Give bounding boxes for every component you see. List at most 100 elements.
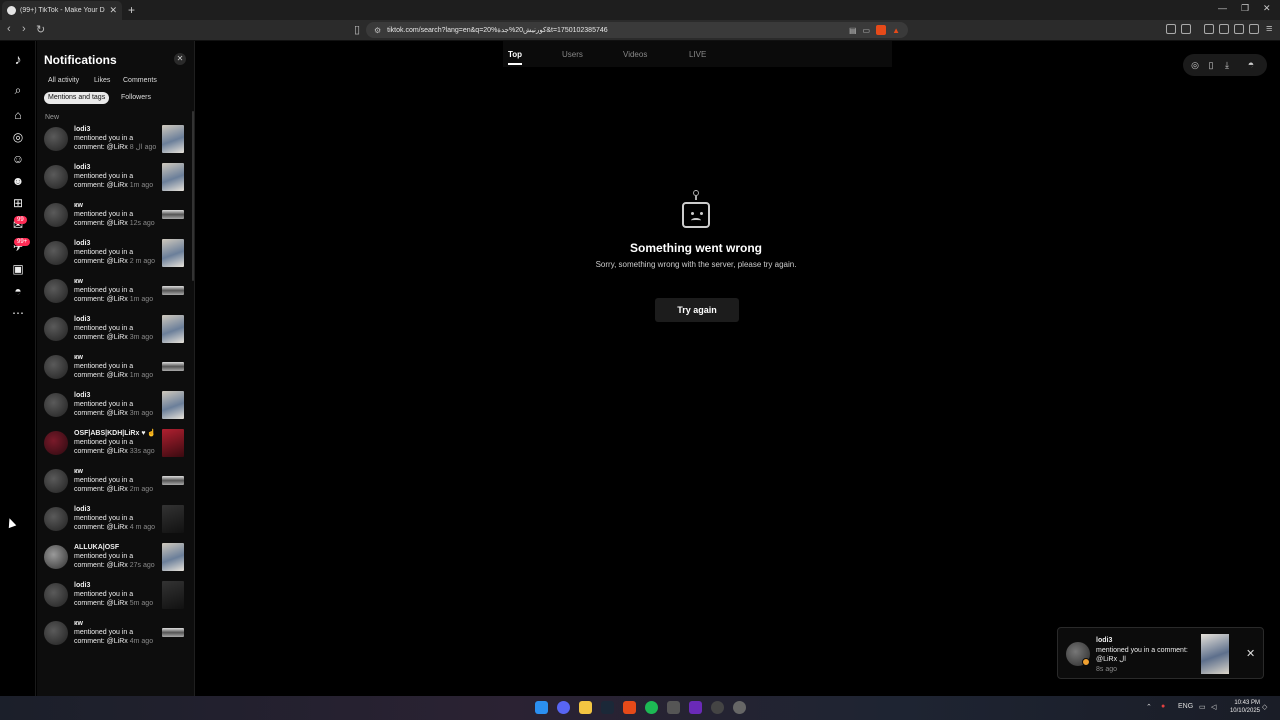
explore-icon[interactable]: ◎: [10, 129, 26, 145]
notification-username[interactable]: ALLUKA|OSF: [74, 543, 160, 552]
notification-username[interactable]: lodi3: [74, 239, 160, 248]
discord-icon[interactable]: [557, 701, 570, 714]
video-thumbnail[interactable]: [162, 429, 184, 457]
chrome-icon[interactable]: [733, 701, 746, 714]
avatar[interactable]: [44, 431, 68, 455]
video-thumbnail[interactable]: [162, 286, 184, 295]
filter-all-activity[interactable]: All activity: [44, 75, 83, 87]
video-thumbnail[interactable]: [162, 581, 184, 609]
back-icon[interactable]: ‹: [7, 23, 11, 35]
volume-icon[interactable]: ◁: [1211, 703, 1216, 711]
bookmark-icon[interactable]: ▯: [354, 23, 360, 36]
avatar[interactable]: [44, 355, 68, 379]
extensions-icon[interactable]: [1166, 24, 1176, 34]
notification-item[interactable]: OSF|ABS|KDH|LiRx ♥ ☝ mentioned you in a c…: [44, 429, 190, 463]
try-again-button[interactable]: Try again: [655, 298, 739, 322]
avatar[interactable]: [44, 279, 68, 303]
close-tab-icon[interactable]: ✕: [109, 5, 117, 16]
avatar[interactable]: [44, 545, 68, 569]
avatar[interactable]: [44, 469, 68, 493]
brave-icon[interactable]: [623, 701, 636, 714]
video-thumbnail[interactable]: [162, 391, 184, 419]
notification-item[interactable]: lodi3 mentioned you in a comment: @LiRx 3…: [44, 315, 190, 349]
video-thumbnail[interactable]: [162, 239, 184, 267]
avatar[interactable]: [44, 203, 68, 227]
steam-icon[interactable]: [601, 701, 614, 714]
wallet-icon[interactable]: [1181, 24, 1191, 34]
notification-username[interactable]: lodi3: [74, 391, 160, 400]
notification-username[interactable]: lodi3: [74, 505, 160, 514]
reload-icon[interactable]: ↻: [36, 23, 45, 36]
tab-users[interactable]: Users: [562, 50, 583, 59]
avatar[interactable]: [44, 127, 68, 151]
avatar[interactable]: [44, 317, 68, 341]
video-thumbnail[interactable]: [162, 315, 184, 343]
notification-item[interactable]: кw mentioned you in a comment: @LiRx 4m a…: [44, 619, 190, 653]
obs-icon[interactable]: [711, 701, 724, 714]
maximize-icon[interactable]: ❐: [1241, 3, 1249, 14]
notification-item[interactable]: кw mentioned you in a comment: @LiRx 1m a…: [44, 277, 190, 311]
upload-icon[interactable]: ⊞: [10, 195, 26, 211]
video-thumbnail[interactable]: [162, 362, 184, 371]
xbox-icon[interactable]: [667, 701, 680, 714]
brave-shield-icon[interactable]: [876, 25, 887, 35]
notification-item[interactable]: кw mentioned you in a comment: @LiRx 1m a…: [44, 353, 190, 387]
network-icon[interactable]: ▭: [1199, 703, 1206, 711]
filter-comments[interactable]: Comments: [119, 75, 161, 87]
compass-icon[interactable]: ◎: [1188, 58, 1202, 72]
browser-tab[interactable]: (99+) TikTok - Make Your Day ✕: [2, 1, 122, 20]
forward-icon[interactable]: ›: [22, 23, 26, 35]
search-icon[interactable]: ⌕: [10, 82, 26, 98]
avatar[interactable]: [44, 583, 68, 607]
notification-item[interactable]: lodi3 mentioned you in a comment: @LiRx 3…: [44, 391, 190, 425]
avatar-icon[interactable]: ◓: [1244, 58, 1258, 72]
rewards-icon[interactable]: ▲: [892, 26, 900, 35]
spotify-icon[interactable]: [645, 701, 658, 714]
notification-item[interactable]: lodi3 mentioned you in a comment: @LiRx 4…: [44, 505, 190, 539]
reader-icon[interactable]: ▤: [849, 26, 857, 35]
video-thumbnail[interactable]: [162, 505, 184, 533]
tray-chevron-icon[interactable]: ⌃: [1146, 703, 1152, 711]
notification-item[interactable]: lodi3 mentioned you in a comment: @LiRx 5…: [44, 581, 190, 615]
notification-username[interactable]: OSF|ABS|KDH|LiRx ♥ ☝: [74, 429, 160, 438]
notification-item[interactable]: lodi3 mentioned you in a comment: @LiRx 2…: [44, 239, 190, 273]
notification-username[interactable]: кw: [74, 353, 160, 362]
notification-username[interactable]: кw: [74, 619, 160, 628]
site-info-icon[interactable]: ⚙: [374, 26, 381, 35]
notification-username[interactable]: кw: [74, 201, 160, 210]
tiktok-logo-icon[interactable]: ♪: [10, 51, 26, 67]
tab-search-icon[interactable]: [1219, 24, 1229, 34]
video-thumbnail[interactable]: [162, 163, 184, 191]
download-icon[interactable]: ⤓: [1220, 58, 1234, 72]
notification-item[interactable]: кw mentioned you in a comment: @LiRx 12s …: [44, 201, 190, 235]
mic-icon[interactable]: ●: [1161, 703, 1165, 710]
avatar[interactable]: [44, 393, 68, 417]
filter-mentions-and-tags[interactable]: Mentions and tags: [44, 92, 110, 104]
minimize-icon[interactable]: —: [1218, 3, 1227, 13]
video-thumbnail[interactable]: [162, 543, 184, 571]
address-bar[interactable]: ⚙ tiktok.com/search?lang=en&q=20%کورنیش2…: [366, 22, 908, 38]
notification-item[interactable]: lodi3 mentioned you in a comment: @LiRx 1…: [44, 163, 190, 197]
file-explorer-icon[interactable]: [579, 701, 592, 714]
toast-thumbnail[interactable]: [1201, 634, 1229, 674]
notification-username[interactable]: lodi3: [74, 125, 160, 134]
device-icon[interactable]: ▯: [1204, 58, 1218, 72]
language-indicator[interactable]: ENG: [1178, 703, 1193, 710]
video-thumbnail[interactable]: [162, 125, 184, 153]
notification-toast[interactable]: lodi3 mentioned you in a comment: @LiRx …: [1057, 627, 1264, 679]
app-icon[interactable]: [689, 701, 702, 714]
filter-followers[interactable]: Followers: [117, 92, 155, 104]
tab-videos[interactable]: Videos: [623, 50, 647, 59]
video-thumbnail[interactable]: [162, 628, 184, 637]
avatar[interactable]: [44, 241, 68, 265]
profile-icon[interactable]: ◓: [10, 283, 26, 299]
video-thumbnail[interactable]: [162, 476, 184, 485]
more-icon[interactable]: ⋯: [10, 305, 26, 321]
new-tab-button[interactable]: +: [128, 3, 135, 17]
home-icon[interactable]: ⌂: [10, 107, 26, 123]
start-icon[interactable]: [535, 701, 548, 714]
notification-username[interactable]: кw: [74, 467, 160, 476]
notification-username[interactable]: lodi3: [74, 315, 160, 324]
vpn-icon[interactable]: [1249, 24, 1259, 34]
notification-bell-icon[interactable]: ◇: [1262, 703, 1267, 711]
